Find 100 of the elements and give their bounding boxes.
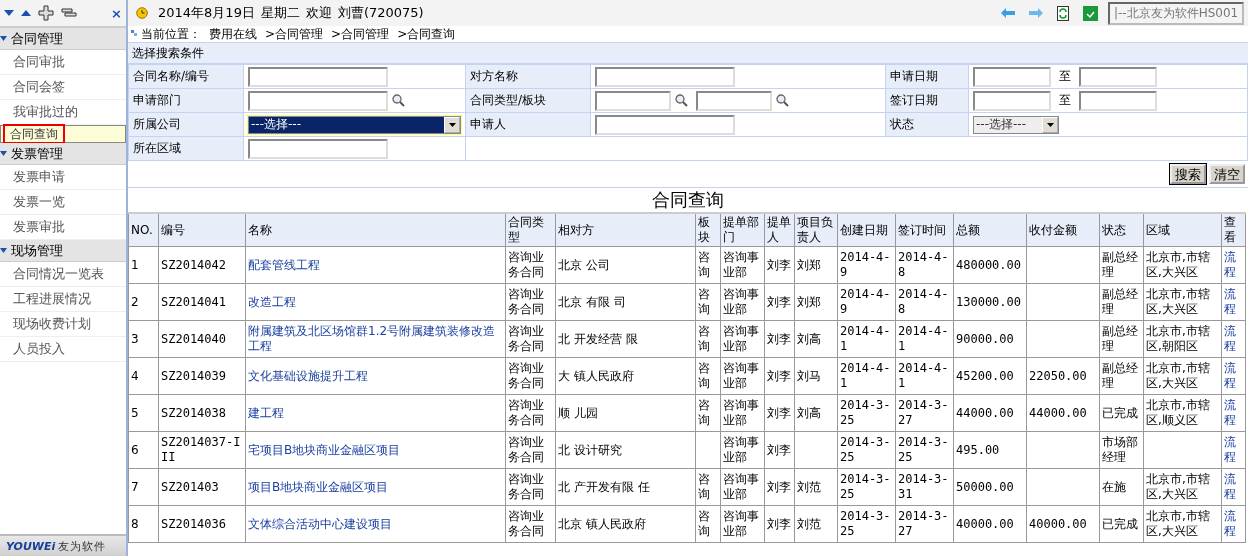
menu-item[interactable]: 人员投入 [6,339,72,359]
input-field[interactable] [1079,90,1157,111]
table-cell: 刘李 [767,294,791,309]
breadcrumb-item[interactable]: >合同管理 [265,25,324,43]
table-cell: 45200.00 [956,368,1014,383]
menu-item[interactable]: 发票一览 [6,192,72,212]
table-cell: 咨询业务合同 [508,435,544,464]
form-button[interactable]: 搜索 [1170,164,1206,184]
table-cell: 2014-3-31 [898,472,949,501]
search-icon[interactable] [392,94,405,107]
menu-item[interactable]: 发票申请 [6,167,72,187]
table-cell: 北京 有限 司 [558,294,626,309]
dropdown[interactable]: ---选择--- [248,115,461,134]
collapse-icon[interactable] [4,9,14,17]
table-cell: 刘高 [797,331,821,346]
range-separator: 至 [1059,92,1071,109]
back-arrow-icon[interactable] [1001,8,1015,18]
column-header: 编号 [158,213,246,247]
table-cell: 已完成 [1102,405,1138,420]
table-cell: 刘李 [767,405,791,420]
table-cell: 40000.00 [1029,516,1087,531]
table-cell: SZ2014042 [161,257,227,272]
table-cell: 刘李 [767,479,791,494]
table-cell: 7 [131,479,139,494]
table-cell: 2014-4-1 [898,361,949,390]
field-label: 签订日期 [890,93,938,107]
input-field[interactable] [595,90,671,111]
menu-group-header[interactable]: 合同管理 [0,28,126,50]
menu-group-header[interactable]: 发票管理 [0,143,126,165]
table-cell: 咨询业务合同 [508,509,544,538]
menu-item[interactable]: 合同会签 [6,77,72,97]
company-select[interactable]: |--北京友为软件HS001 [1108,1,1244,25]
table-cell: 咨询业务合同 [508,250,544,279]
field-label: 所在区域 [133,141,181,155]
plus-icon[interactable] [38,5,54,21]
table-cell: 130000.00 [956,294,1022,309]
table-cell: 2014-4-9 [840,287,891,316]
table-cell: 3 [131,331,139,346]
column-header: NO. [128,213,159,247]
table-cell: 大 镇人民政府 [558,368,634,383]
table-cell: 44000.00 [1029,405,1087,420]
column-header: 相对方 [555,213,696,247]
table-cell: 1 [131,257,139,272]
table-cell: 咨询事业部 [723,472,759,501]
input-field[interactable] [973,90,1051,111]
menu-group-header[interactable]: 现场管理 [0,240,126,262]
table-cell: 刘范 [797,479,821,494]
breadcrumb-item[interactable]: >合同管理 [331,25,390,43]
table-cell: 咨询业务合同 [508,324,544,353]
menu-item[interactable]: 我审批过的 [6,102,85,122]
table-cell: 22050.00 [1029,368,1087,383]
input-field[interactable] [595,114,735,135]
refresh-icon[interactable] [1057,5,1069,21]
menu-item[interactable]: 发票审批 [6,217,72,237]
menu-item[interactable]: 现场收费计划 [6,314,98,334]
menu-item[interactable]: 合同审批 [6,52,72,72]
column-header: 签订时间 [895,213,954,247]
menu-item[interactable]: 合同情况一览表 [6,264,111,284]
stack-icon[interactable] [61,7,77,19]
table-cell: 北京市,市辖区,顺义区 [1146,398,1210,427]
table-cell: 北 开发经营 限 [558,331,638,346]
table-cell: SZ2014040 [161,331,227,346]
table-cell: 咨询 [698,472,710,501]
breadcrumb-item[interactable]: >合同查询 [397,25,456,43]
table-cell: 市场部经理 [1102,435,1138,464]
table-cell: 2014-3-25 [898,435,949,464]
table-cell: 北京 公司 [558,257,610,272]
input-field[interactable] [696,90,772,111]
dropdown[interactable]: ---选择--- [973,115,1059,134]
expand-icon[interactable] [21,9,31,17]
table-cell: 咨询业务合同 [508,472,544,501]
input-field[interactable] [248,138,388,159]
breadcrumb-item[interactable]: 费用在线 [209,25,257,43]
column-header: 状态 [1099,213,1144,247]
form-button[interactable]: 清空 [1209,164,1245,184]
table-cell: 咨询 [698,398,710,427]
table-cell: 咨询事业部 [723,398,759,427]
input-field[interactable] [1079,66,1157,87]
input-field[interactable] [248,90,388,111]
table-cell: 北京市,市辖区,大兴区 [1146,509,1210,538]
table-cell: 2014-4-1 [840,324,891,353]
close-button[interactable]: × [111,5,122,21]
search-panel-title: 选择搜索条件 [132,44,204,62]
table-cell: 北京市,市辖区,大兴区 [1146,361,1210,390]
table-cell: SZ2014041 [161,294,227,309]
table-cell: 咨询业务合同 [508,361,544,390]
check-icon[interactable] [1083,5,1098,21]
search-icon[interactable] [776,94,789,107]
forward-arrow-icon[interactable] [1029,8,1043,18]
caret-icon [448,122,456,127]
column-header: 提单人 [764,213,795,247]
search-icon[interactable] [675,94,688,107]
input-field[interactable] [595,66,735,87]
input-field[interactable] [973,66,1051,87]
table-cell: 90000.00 [956,331,1014,346]
table-cell: 480000.00 [956,257,1022,272]
table-cell: 北 产开发有限 任 [558,479,650,494]
input-field[interactable] [248,66,388,87]
menu-item[interactable]: 工程进展情况 [6,289,98,309]
field-label: 合同类型/板块 [470,93,547,107]
